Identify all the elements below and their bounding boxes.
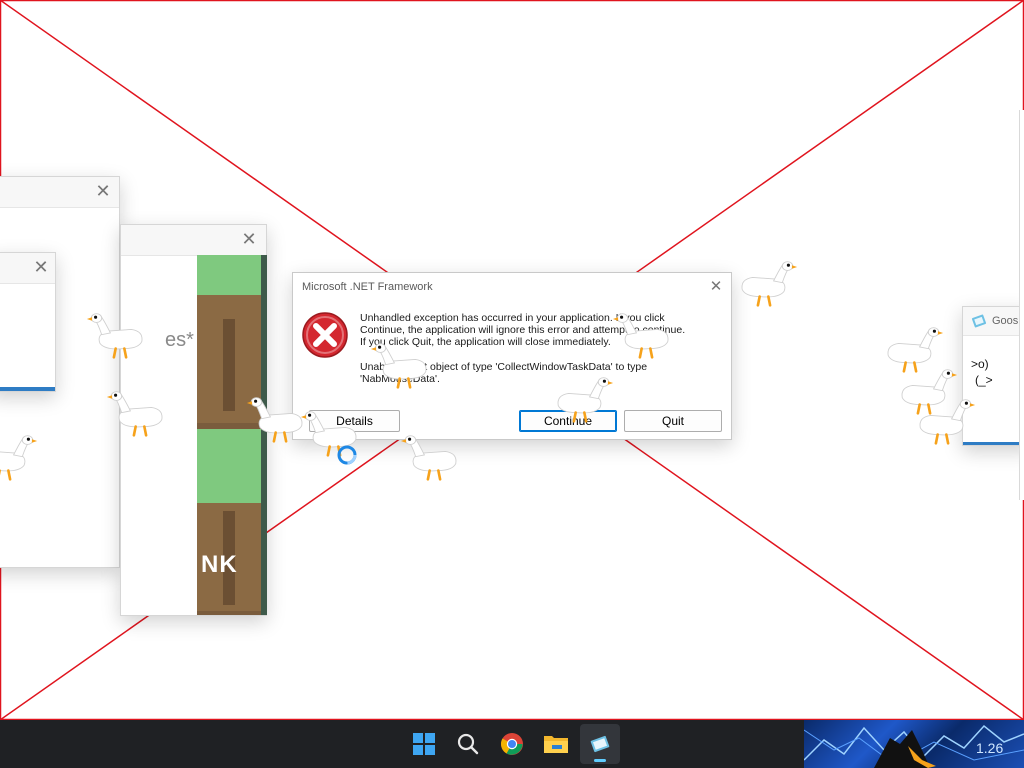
chrome-icon: [501, 733, 523, 755]
taskbar-file-explorer-button[interactable]: [536, 724, 576, 764]
banner-text: NK: [201, 551, 238, 578]
goose-icon[interactable]: [370, 338, 438, 400]
left-window-small[interactable]: ✕: [0, 252, 56, 392]
tray-clock-fragment: 1.26: [976, 740, 1004, 756]
close-icon[interactable]: ✕: [706, 277, 726, 297]
start-button[interactable]: [404, 724, 444, 764]
notepad-icon: [590, 735, 610, 753]
taskbar-search-button[interactable]: [448, 724, 488, 764]
goose-icon[interactable]: [546, 372, 614, 434]
goose-icon[interactable]: [0, 430, 38, 492]
busy-cursor-icon: [337, 445, 357, 465]
goose-icon[interactable]: [86, 308, 154, 370]
close-icon[interactable]: ✕: [93, 181, 113, 201]
active-app-indicator: [594, 759, 606, 762]
search-icon: [457, 733, 479, 755]
taskbar-notepad-button[interactable]: [580, 724, 620, 764]
tray-wallpaper-fragment: 1.26: [804, 720, 1024, 768]
taskbar-chrome-button[interactable]: [492, 724, 532, 764]
error-icon: [302, 312, 348, 358]
close-icon[interactable]: ✕: [239, 229, 259, 249]
goose-ascii-line-2: (_>: [975, 373, 993, 387]
windows-logo-icon: [413, 733, 435, 755]
grass-block-top: [197, 255, 261, 295]
close-icon[interactable]: ✕: [31, 257, 51, 277]
goose-icon[interactable]: [730, 256, 798, 318]
minecraft-window-partial-text: es*: [165, 329, 194, 351]
dirt-block-shade: [223, 319, 235, 411]
goose-window-title: Goos: [992, 315, 1019, 327]
notepad-app-icon: [971, 314, 987, 328]
goose-ascii-line-1: >o): [971, 357, 989, 371]
goose-icon[interactable]: [400, 430, 468, 492]
window-progress-strip: [0, 387, 55, 391]
dialog-title: Microsoft .NET Framework: [302, 281, 433, 293]
file-explorer-icon: [544, 736, 568, 753]
goose-icon[interactable]: [106, 386, 174, 448]
goose-icon[interactable]: [908, 394, 976, 456]
right-edge-window-border: [1019, 110, 1024, 500]
quit-button[interactable]: Quit: [624, 410, 722, 432]
goose-icon[interactable]: [612, 308, 680, 370]
